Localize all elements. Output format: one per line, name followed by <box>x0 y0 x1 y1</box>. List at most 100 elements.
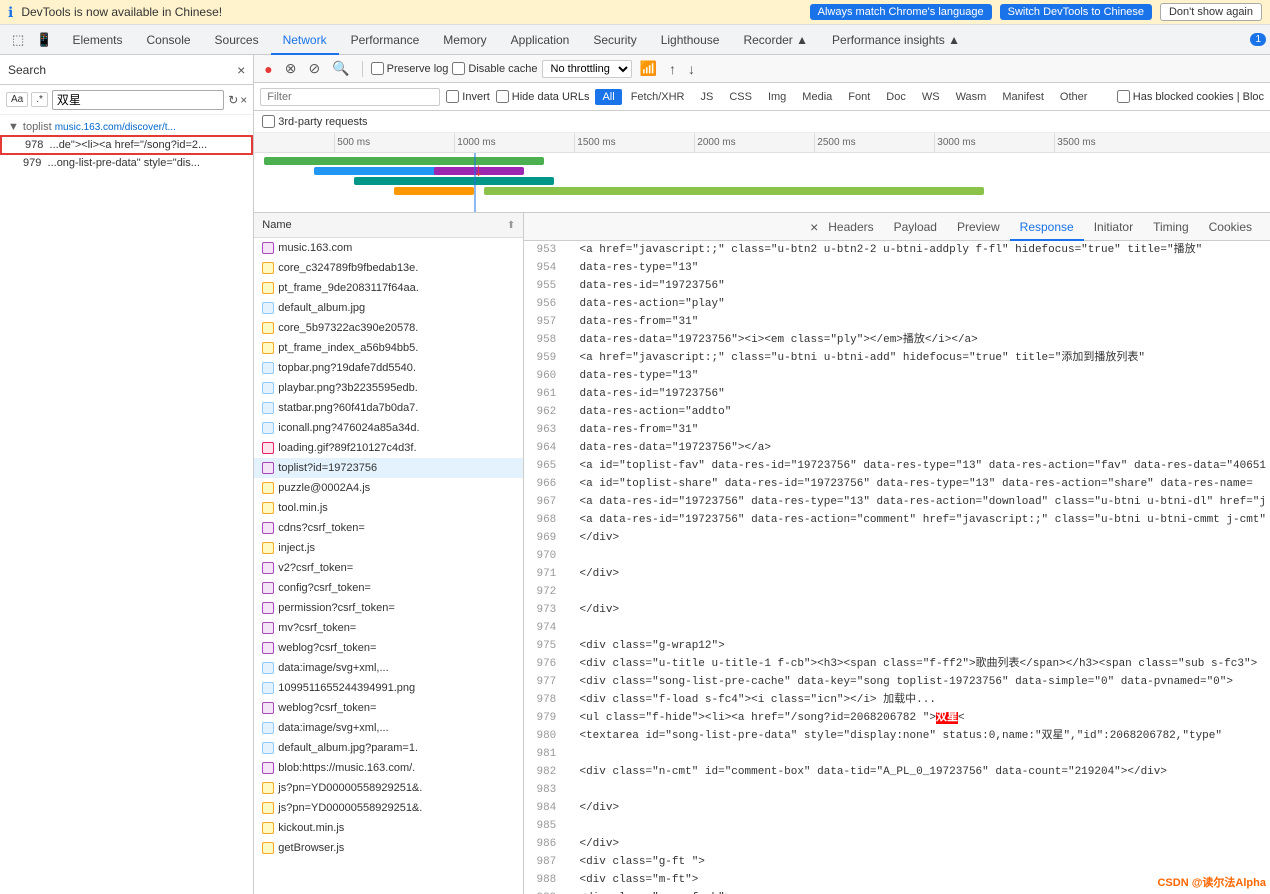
tab-sources[interactable]: Sources <box>203 25 271 55</box>
filter-fetch[interactable]: Fetch/XHR <box>624 89 692 105</box>
file-item-16[interactable]: v2?csrf_token= <box>254 558 523 578</box>
file-item-21[interactable]: data:image/svg+xml,... <box>254 658 523 678</box>
search-input[interactable] <box>52 90 224 110</box>
file-item-0[interactable]: music.163.com <box>254 238 523 258</box>
hide-urls-checkbox[interactable] <box>496 90 509 103</box>
search-group-header[interactable]: ▼ toplist music.163.com/discover/t... <box>0 119 253 135</box>
file-item-1[interactable]: core_c324789fb9fbedab13e. <box>254 258 523 278</box>
preserve-log-label[interactable]: Preserve log <box>371 62 449 75</box>
file-item-8[interactable]: statbar.png?60f41da7b0da7. <box>254 398 523 418</box>
invert-label[interactable]: Invert <box>446 90 490 103</box>
file-item-3[interactable]: default_album.jpg <box>254 298 523 318</box>
has-blocked-checkbox[interactable] <box>1117 90 1130 103</box>
line-content-978: <div class="f-load s-fc4"><i class="icn"… <box>566 691 1266 709</box>
tab-application[interactable]: Application <box>499 25 582 55</box>
file-item-18[interactable]: permission?csrf_token= <box>254 598 523 618</box>
switch-chinese-button[interactable]: Switch DevTools to Chinese <box>1000 4 1152 20</box>
search-result-item-978[interactable]: 978 ...de"><li><a href="/song?id=2... <box>0 135 253 155</box>
tab-cookies[interactable]: Cookies <box>1199 213 1262 241</box>
file-item-11[interactable]: toplist?id=19723756 <box>254 458 523 478</box>
tab-console[interactable]: Console <box>135 25 203 55</box>
search-regex-btn[interactable]: .* <box>31 92 48 107</box>
filter-wasm[interactable]: Wasm <box>949 89 994 105</box>
file-item-2[interactable]: pt_frame_9de2083117f64aa. <box>254 278 523 298</box>
code-view: 953 <a href="javascript:;" class="u-btn2… <box>524 241 1270 894</box>
clear-button[interactable]: ⊘ <box>304 58 324 79</box>
tab-response[interactable]: Response <box>1010 213 1084 241</box>
tab-recorder[interactable]: Recorder ▲ <box>731 25 820 55</box>
filter-ws[interactable]: WS <box>915 89 947 105</box>
filter-js[interactable]: JS <box>693 89 720 105</box>
file-item-9[interactable]: iconall.png?476024a85a34d. <box>254 418 523 438</box>
hide-urls-label[interactable]: Hide data URLs <box>496 90 590 103</box>
tab-memory[interactable]: Memory <box>431 25 498 55</box>
filter-font[interactable]: Font <box>841 89 877 105</box>
stop-recording-button[interactable]: ⊗ <box>281 58 301 79</box>
filter-media[interactable]: Media <box>795 89 839 105</box>
third-party-label[interactable]: 3rd-party requests <box>262 115 367 128</box>
download-icon[interactable]: ↓ <box>684 59 699 79</box>
file-item-20[interactable]: weblog?csrf_token= <box>254 638 523 658</box>
search-button[interactable]: 🔍 <box>328 58 353 79</box>
file-item-15[interactable]: inject.js <box>254 538 523 558</box>
file-item-25[interactable]: default_album.jpg?param=1. <box>254 738 523 758</box>
tab-preview[interactable]: Preview <box>947 213 1010 241</box>
search-result-item-979[interactable]: 979 ...ong-list-pre-data" style="dis... <box>0 155 253 171</box>
file-item-19[interactable]: mv?csrf_token= <box>254 618 523 638</box>
file-item-14[interactable]: cdns?csrf_token= <box>254 518 523 538</box>
element-picker-icon[interactable]: ⬚ <box>8 30 28 50</box>
filter-img[interactable]: Img <box>761 89 793 105</box>
line-num-953: 953 <box>528 241 566 259</box>
filter-css[interactable]: CSS <box>722 89 759 105</box>
tab-initiator[interactable]: Initiator <box>1084 213 1143 241</box>
file-item-10[interactable]: loading.gif?89f210127c4d3f. <box>254 438 523 458</box>
filter-manifest[interactable]: Manifest <box>995 89 1051 105</box>
file-item-13[interactable]: tool.min.js <box>254 498 523 518</box>
file-item-12[interactable]: puzzle@0002A4.js <box>254 478 523 498</box>
third-party-checkbox[interactable] <box>262 115 275 128</box>
search-case-btn[interactable]: Aa <box>6 92 28 107</box>
file-item-5[interactable]: pt_frame_index_a56b94bb5. <box>254 338 523 358</box>
file-item-6[interactable]: topbar.png?19dafe7dd5540. <box>254 358 523 378</box>
file-item-22[interactable]: 1099511655244394991.png <box>254 678 523 698</box>
tab-timing[interactable]: Timing <box>1143 213 1199 241</box>
search-close-button[interactable]: × <box>237 62 245 78</box>
upload-icon[interactable]: ↑ <box>665 59 680 79</box>
search-clear-btn[interactable]: × <box>240 93 247 107</box>
file-item-7[interactable]: playbar.png?3b2235595edb. <box>254 378 523 398</box>
record-button[interactable]: ● <box>260 59 276 79</box>
file-item-30[interactable]: getBrowser.js <box>254 838 523 858</box>
file-item-23[interactable]: weblog?csrf_token= <box>254 698 523 718</box>
tab-performance[interactable]: Performance <box>339 25 432 55</box>
filter-input[interactable] <box>260 88 440 106</box>
online-icon[interactable]: 📶 <box>636 58 661 79</box>
file-item-28[interactable]: js?pn=YD00000558929251&. <box>254 798 523 818</box>
tab-perf-insights[interactable]: Performance insights ▲ <box>820 25 972 55</box>
invert-checkbox[interactable] <box>446 90 459 103</box>
tab-lighthouse[interactable]: Lighthouse <box>649 25 732 55</box>
preserve-log-checkbox[interactable] <box>371 62 384 75</box>
match-language-button[interactable]: Always match Chrome's language <box>810 4 992 20</box>
disable-cache-label[interactable]: Disable cache <box>452 62 537 75</box>
file-item-27[interactable]: js?pn=YD00000558929251&. <box>254 778 523 798</box>
filter-all[interactable]: All <box>595 89 621 105</box>
disable-cache-checkbox[interactable] <box>452 62 465 75</box>
device-toolbar-icon[interactable]: 📱 <box>32 30 56 50</box>
tab-network[interactable]: Network <box>271 25 339 55</box>
file-item-26[interactable]: blob:https://music.163.com/. <box>254 758 523 778</box>
dont-show-button[interactable]: Don't show again <box>1160 3 1262 21</box>
resp-close-btn[interactable]: × <box>810 219 818 235</box>
file-item-24[interactable]: data:image/svg+xml,... <box>254 718 523 738</box>
tab-headers[interactable]: Headers <box>818 213 883 241</box>
tab-elements[interactable]: Elements <box>60 25 134 55</box>
file-item-4[interactable]: core_5b97322ac390e20578. <box>254 318 523 338</box>
file-item-17[interactable]: config?csrf_token= <box>254 578 523 598</box>
line-content-973: </div> <box>566 601 1266 619</box>
tab-payload[interactable]: Payload <box>884 213 947 241</box>
throttle-select[interactable]: No throttling <box>542 60 632 78</box>
filter-other[interactable]: Other <box>1053 89 1095 105</box>
filter-doc[interactable]: Doc <box>879 89 913 105</box>
tab-security[interactable]: Security <box>581 25 648 55</box>
search-refresh-btn[interactable]: ↻ <box>228 93 238 107</box>
file-item-29[interactable]: kickout.min.js <box>254 818 523 838</box>
